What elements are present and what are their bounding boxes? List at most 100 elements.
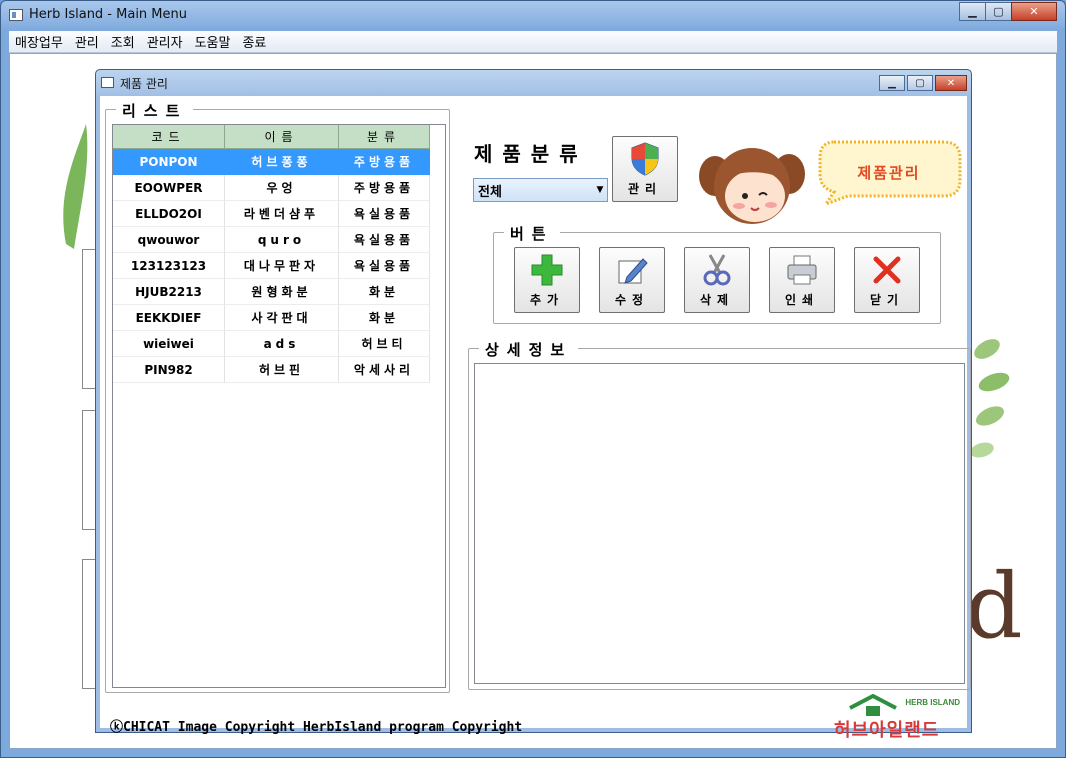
menu-manage[interactable]: 관리: [69, 32, 105, 51]
print-button[interactable]: 인쇄: [769, 247, 835, 313]
detail-groupbox: 상세정보: [468, 339, 971, 690]
main-window-title: Herb Island - Main Menu: [29, 7, 187, 22]
cell-code: 123123123: [113, 253, 225, 279]
delete-button[interactable]: 삭제: [684, 247, 750, 313]
close-form-button-label: 닫기: [869, 292, 905, 307]
cell-category: 욕실용품: [339, 201, 430, 227]
shield-icon: [631, 141, 659, 176]
cell-category: 주방용품: [339, 149, 430, 175]
table-row[interactable]: 123123123 대나무판자 욕실용품: [113, 253, 445, 279]
column-header-code[interactable]: 코드: [113, 125, 225, 149]
app-icon: [9, 9, 23, 21]
category-combobox[interactable]: 전체 ▼: [473, 178, 608, 202]
add-button[interactable]: 추가: [514, 247, 580, 313]
maximize-button[interactable]: ▢: [985, 2, 1012, 21]
table-row[interactable]: EOOWPER 우엉 주방용품: [113, 175, 445, 201]
cell-category: 주방용품: [339, 175, 430, 201]
list-groupbox: 리스트 코드 이름 분류 PONPON 허브퐁퐁 주방용품 EOOWPER 우엉 주방용품…: [105, 100, 450, 693]
print-button-label: 인쇄: [784, 292, 820, 307]
detail-group-label: 상세정보: [479, 339, 579, 360]
cell-category: 화분: [339, 279, 430, 305]
table-row[interactable]: EEKKDIEF 사각판대 화분: [113, 305, 445, 331]
cell-name: 사각판대: [225, 305, 339, 331]
button-group-label: 버튼: [504, 223, 560, 244]
close-button[interactable]: ✕: [1011, 2, 1057, 21]
table-row[interactable]: qwouwor quro 욕실용품: [113, 227, 445, 253]
column-header-name[interactable]: 이름: [225, 125, 339, 149]
x-icon: [873, 256, 901, 283]
cell-category: 욕실용품: [339, 253, 430, 279]
table-row[interactable]: PONPON 허브퐁퐁 주방용품: [113, 149, 445, 175]
list-rows: PONPON 허브퐁퐁 주방용품 EOOWPER 우엉 주방용품 ELLDO2OI 라벤더샴푸…: [113, 149, 445, 383]
list-group-label: 리스트: [116, 100, 194, 121]
cell-name: 허브퐁퐁: [225, 149, 339, 175]
cell-code: PIN982: [113, 357, 225, 383]
detail-textbox[interactable]: [474, 363, 965, 684]
background-frame: [82, 249, 96, 389]
menu-store-work[interactable]: 매장업무: [9, 32, 69, 51]
table-row[interactable]: HJUB2213 원형화분 화분: [113, 279, 445, 305]
cell-category: 화분: [339, 305, 430, 331]
speech-bubble-text: 제품관리: [857, 164, 921, 182]
cell-name: 허브핀: [225, 357, 339, 383]
window-icon: [101, 77, 114, 88]
herb-island-logo: HERB ISLAND 허브아일랜드: [828, 694, 968, 744]
background-letter: d: [965, 554, 1023, 659]
logo-small-text: HERB ISLAND: [905, 698, 960, 707]
copyright-text: ⓚCHICAT Image Copyright HerbIsland progr…: [110, 720, 523, 735]
minimize-button[interactable]: ▁: [959, 2, 986, 21]
cell-code: HJUB2213: [113, 279, 225, 305]
logo-main-text: 허브아일랜드: [834, 720, 940, 740]
main-window: Herb Island - Main Menu ▁ ▢ ✕ 매장업무 관리 조회…: [0, 0, 1066, 758]
product-window-body: 리스트 코드 이름 분류 PONPON 허브퐁퐁 주방용품 EOOWPER 우엉 주방용품…: [100, 96, 971, 740]
menu-exit[interactable]: 종료: [236, 32, 272, 51]
product-management-window: 제품 관리 ▁ ▢ ✕ 리스트 코드 이름 분류 PONPON 허브퐁퐁 주방용품 E…: [95, 69, 972, 740]
child-close-button[interactable]: ✕: [935, 75, 967, 91]
child-minimize-button[interactable]: ▁: [879, 75, 905, 91]
dropdown-arrow-icon[interactable]: ▼: [593, 185, 607, 195]
menu-bar: 매장업무 관리 조회 관리자 도움말 종료: [9, 31, 1057, 53]
cell-code: wieiwei: [113, 331, 225, 357]
product-list-view[interactable]: 코드 이름 분류 PONPON 허브퐁퐁 주방용품 EOOWPER 우엉 주방용품 ELLD…: [112, 124, 446, 688]
menu-help[interactable]: 도움말: [189, 32, 237, 51]
table-row[interactable]: wieiwei ads 허브티: [113, 331, 445, 357]
edit-button-label: 수정: [614, 292, 650, 307]
add-button-label: 추가: [529, 292, 565, 307]
product-window-controls: ▁ ▢ ✕: [879, 75, 967, 91]
menu-inquiry[interactable]: 조회: [105, 32, 141, 51]
table-row[interactable]: ELLDO2OI 라벤더샴푸 욕실용품: [113, 201, 445, 227]
delete-button-label: 삭제: [699, 292, 735, 307]
category-manage-button[interactable]: 관리: [612, 136, 678, 202]
cell-code: EOOWPER: [113, 175, 225, 201]
cell-code: ELLDO2OI: [113, 201, 225, 227]
background-frame: [82, 410, 96, 530]
list-header: 코드 이름 분류: [113, 125, 445, 149]
cell-code: PONPON: [113, 149, 225, 175]
close-form-button[interactable]: 닫기: [854, 247, 920, 313]
column-header-category[interactable]: 분류: [339, 125, 430, 149]
cell-category: 욕실용품: [339, 227, 430, 253]
cell-name: 원형화분: [225, 279, 339, 305]
cell-category: 악세사리: [339, 357, 430, 383]
table-row[interactable]: PIN982 허브핀 악세사리: [113, 357, 445, 383]
scissors-icon: [703, 253, 731, 285]
menu-admin[interactable]: 관리자: [141, 32, 189, 51]
main-window-controls: ▁ ▢ ✕: [959, 2, 1057, 21]
category-selected-value: 전체: [478, 184, 502, 200]
cell-category: 허브티: [339, 331, 430, 357]
speech-bubble: 제품관리: [814, 136, 964, 206]
pencil-icon: [618, 257, 648, 284]
category-manage-label: 관리: [627, 181, 663, 196]
cell-name: 대나무판자: [225, 253, 339, 279]
edit-button[interactable]: 수정: [599, 247, 665, 313]
house-logo-icon: [849, 694, 897, 716]
cell-name: 라벤더샴푸: [225, 201, 339, 227]
cell-name: quro: [225, 227, 339, 253]
category-label: 제품분류: [474, 142, 588, 166]
button-groupbox: 버튼 추가 수정 삭제 인쇄 닫기: [493, 223, 941, 324]
printer-icon: [787, 255, 817, 284]
child-maximize-button[interactable]: ▢: [907, 75, 933, 91]
main-titlebar[interactable]: Herb Island - Main Menu ▁ ▢ ✕: [1, 1, 1065, 31]
cell-name: ads: [225, 331, 339, 357]
cell-name: 우엉: [225, 175, 339, 201]
